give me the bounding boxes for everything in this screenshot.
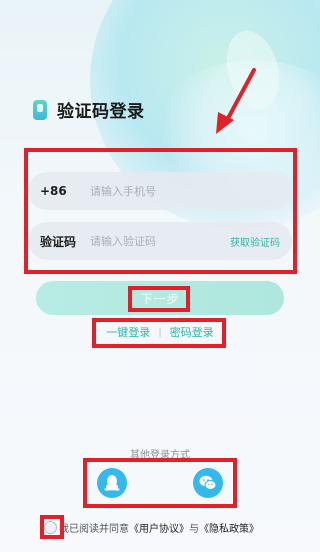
agreement-and: 与 [189,524,199,535]
wechat-icon [199,475,217,490]
code-label: 验证码 [40,234,77,249]
agreement-checkbox[interactable] [44,521,57,534]
page-title: 验证码登录 [57,102,145,122]
password-login-link[interactable]: 密码登录 [170,324,214,340]
alt-login-links: 一键登录 | 密码登录 [0,324,320,340]
agreement-row: 我已阅读并同意 《用户协议》 与 《隐私政策》 [44,520,259,535]
agreement-prefix: 我已阅读并同意 [59,524,129,535]
phone-input[interactable] [90,184,280,198]
other-login-title: 其他登录方式 [130,450,190,461]
get-code-button[interactable]: 获取验证码 [230,234,280,249]
qq-icon [104,475,120,491]
next-button-label: 下一步 [140,291,180,306]
phone-app-icon [33,99,47,120]
phone-field[interactable]: +86 [28,172,292,210]
qq-login-button[interactable] [97,468,127,498]
page-header: 验证码登录 [33,97,145,122]
privacy-policy-link[interactable]: 《隐私政策》 [199,520,259,535]
code-field[interactable]: 验证码 获取验证码 [28,222,292,260]
background [0,0,320,552]
country-code[interactable]: +86 [40,184,90,198]
alt-login-separator: | [158,326,162,338]
user-agreement-link[interactable]: 《用户协议》 [129,520,189,535]
wechat-login-button[interactable] [193,468,223,498]
next-button[interactable]: 下一步 [36,281,284,315]
one-click-login-link[interactable]: 一键登录 [106,324,150,340]
code-input[interactable] [90,234,230,248]
